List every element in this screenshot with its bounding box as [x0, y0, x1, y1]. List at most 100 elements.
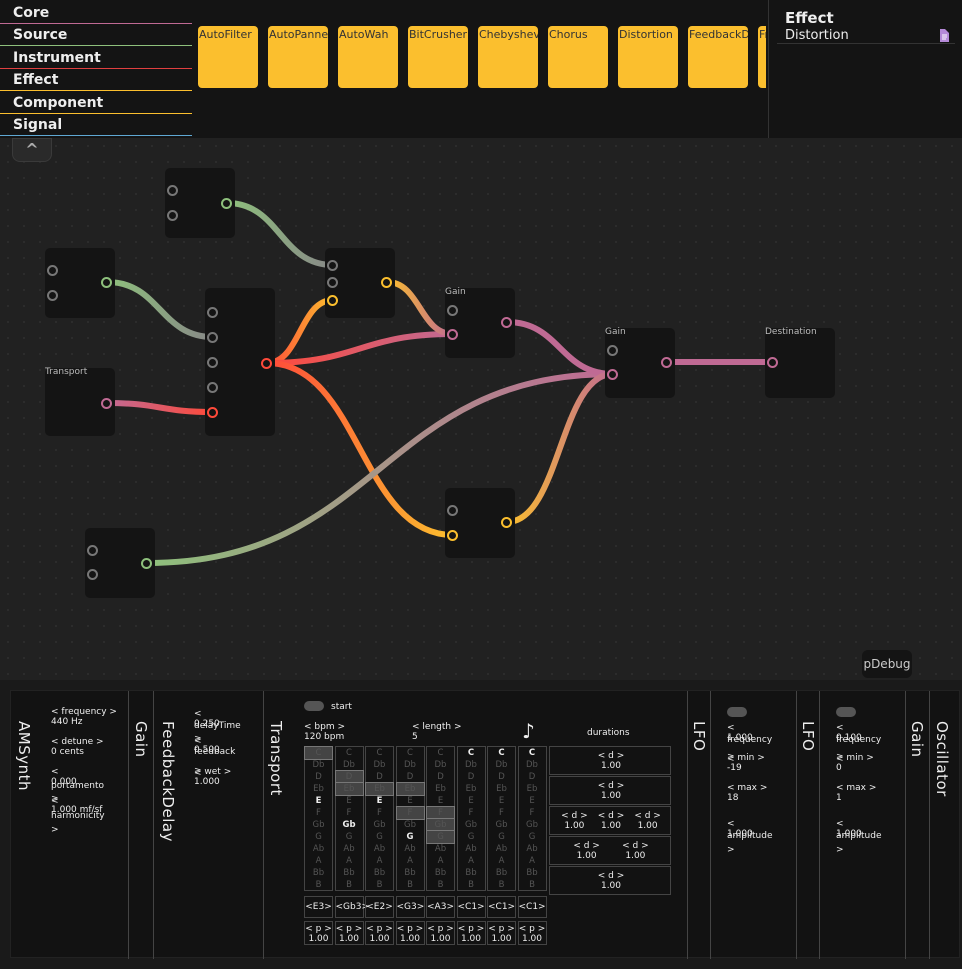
output-port[interactable]	[501, 516, 512, 528]
note-key[interactable]: G	[336, 831, 363, 843]
param-control[interactable]: < max >1	[836, 783, 876, 803]
input-port[interactable]	[207, 331, 218, 343]
note-key[interactable]: Ab	[427, 843, 454, 855]
param-control[interactable]: feedback	[194, 747, 235, 757]
effect-tile-chebyshev[interactable]: Chebyshev	[478, 26, 538, 88]
note-key[interactable]: Bb	[427, 867, 454, 879]
input-port[interactable]	[447, 304, 458, 316]
node-n5[interactable]	[325, 248, 395, 318]
output-port[interactable]	[101, 276, 112, 288]
note-key[interactable]: Bb	[336, 867, 363, 879]
note-key[interactable]: F	[488, 807, 515, 819]
category-instrument[interactable]: Instrument	[0, 47, 192, 69]
note-key[interactable]: F	[395, 806, 425, 820]
note-key[interactable]: Gb	[366, 819, 393, 831]
note-key[interactable]: C	[488, 747, 515, 759]
param-control[interactable]: >	[51, 825, 59, 835]
note-key[interactable]: Db	[427, 759, 454, 771]
output-port[interactable]	[221, 197, 232, 209]
note-key[interactable]: Eb	[334, 782, 364, 796]
note-key[interactable]: B	[305, 879, 332, 891]
note-key[interactable]: B	[366, 879, 393, 891]
category-effect[interactable]: Effect	[0, 69, 192, 91]
note-key[interactable]: D	[305, 771, 332, 783]
note-select-button[interactable]: <E3>	[304, 896, 333, 918]
note-key[interactable]: C	[458, 747, 485, 759]
note-key[interactable]: Ab	[519, 843, 546, 855]
note-key[interactable]: G	[519, 831, 546, 843]
start-toggle[interactable]	[304, 701, 324, 711]
note-key[interactable]: F	[305, 807, 332, 819]
note-key[interactable]: D	[488, 771, 515, 783]
lfo-2-toggle[interactable]	[836, 707, 856, 717]
note-key[interactable]: Db	[305, 759, 332, 771]
effect-tile-feedbackdelay[interactable]: FeedbackDelay	[688, 26, 748, 88]
note-select-button[interactable]: <G3>	[395, 896, 425, 918]
note-key[interactable]: A	[397, 855, 424, 867]
input-port[interactable]	[47, 264, 58, 276]
note-key[interactable]: D	[334, 770, 364, 784]
duration-control[interactable]: < d >1.00	[620, 841, 650, 861]
category-component[interactable]: Component	[0, 92, 192, 114]
note-column[interactable]: C Db D Eb E F Gb G Ab A Bb B	[487, 746, 516, 891]
duration-control[interactable]: < d >1.00	[633, 811, 663, 831]
node-n4[interactable]	[205, 288, 275, 436]
note-key[interactable]: A	[336, 855, 363, 867]
note-key[interactable]: B	[397, 879, 424, 891]
effect-tile-frequencyshifter[interactable]: FrequencyShifter	[758, 26, 766, 88]
note-key[interactable]: B	[427, 879, 454, 891]
note-key[interactable]: B	[488, 879, 515, 891]
effect-tile-autofilter[interactable]: AutoFilter	[198, 26, 258, 88]
param-control[interactable]: < frequency >440 Hz	[51, 707, 117, 727]
param-control[interactable]: delayTime	[194, 721, 241, 731]
note-key[interactable]: Db	[336, 759, 363, 771]
probability-control[interactable]: < p >1.00	[517, 921, 547, 945]
node-n1[interactable]	[165, 168, 235, 238]
input-port[interactable]	[47, 289, 58, 301]
category-source[interactable]: Source	[0, 24, 192, 46]
note-select-button[interactable]: <C1>	[517, 896, 547, 918]
output-port[interactable]	[261, 357, 272, 369]
note-key[interactable]: Eb	[395, 782, 425, 796]
note-key[interactable]: Gb	[426, 818, 455, 832]
note-key[interactable]: Bb	[488, 867, 515, 879]
category-signal[interactable]: Signal	[0, 114, 192, 136]
note-key[interactable]: A	[427, 855, 454, 867]
input-port[interactable]	[207, 306, 218, 318]
note-key[interactable]: Bb	[305, 867, 332, 879]
node-n2[interactable]	[45, 248, 115, 318]
probability-control[interactable]: < p >1.00	[395, 921, 425, 945]
input-port[interactable]	[447, 328, 458, 340]
note-key[interactable]: Bb	[458, 867, 485, 879]
note-key[interactable]: C	[397, 747, 424, 759]
note-key[interactable]: Bb	[519, 867, 546, 879]
note-select-button[interactable]: <A3>	[426, 896, 455, 918]
input-port[interactable]	[607, 344, 618, 356]
detail-item[interactable]: Distortion	[777, 28, 955, 44]
note-key[interactable]: Ab	[488, 843, 515, 855]
effect-tile-autopanner[interactable]: AutoPanner	[268, 26, 328, 88]
note-key[interactable]: Db	[488, 759, 515, 771]
probability-control[interactable]: < p >1.00	[334, 921, 364, 945]
input-port[interactable]	[447, 529, 458, 541]
input-port[interactable]	[767, 356, 778, 368]
input-port[interactable]	[327, 259, 338, 271]
input-port[interactable]	[207, 356, 218, 368]
debug-button[interactable]: pDebug	[862, 650, 912, 678]
note-key[interactable]: G	[366, 831, 393, 843]
probability-control[interactable]: < p >1.00	[426, 921, 455, 945]
category-core[interactable]: Core	[0, 2, 192, 24]
note-key[interactable]: A	[458, 855, 485, 867]
note-column[interactable]: C Db D Eb E F Gb G Ab A Bb B	[456, 746, 486, 891]
param-control[interactable]: amplitude	[836, 831, 881, 841]
note-key[interactable]: Ab	[366, 843, 393, 855]
input-port[interactable]	[167, 184, 178, 196]
output-port[interactable]	[501, 316, 512, 328]
note-key[interactable]: A	[519, 855, 546, 867]
note-key[interactable]: E	[427, 795, 454, 807]
lfo-1-toggle[interactable]	[727, 707, 747, 717]
param-control[interactable]: ≷ min > -19	[727, 753, 765, 773]
note-key[interactable]: G	[458, 831, 485, 843]
effect-tile-distortion[interactable]: Distortion	[618, 26, 678, 88]
duration-control[interactable]: < d >1.00	[559, 811, 589, 831]
